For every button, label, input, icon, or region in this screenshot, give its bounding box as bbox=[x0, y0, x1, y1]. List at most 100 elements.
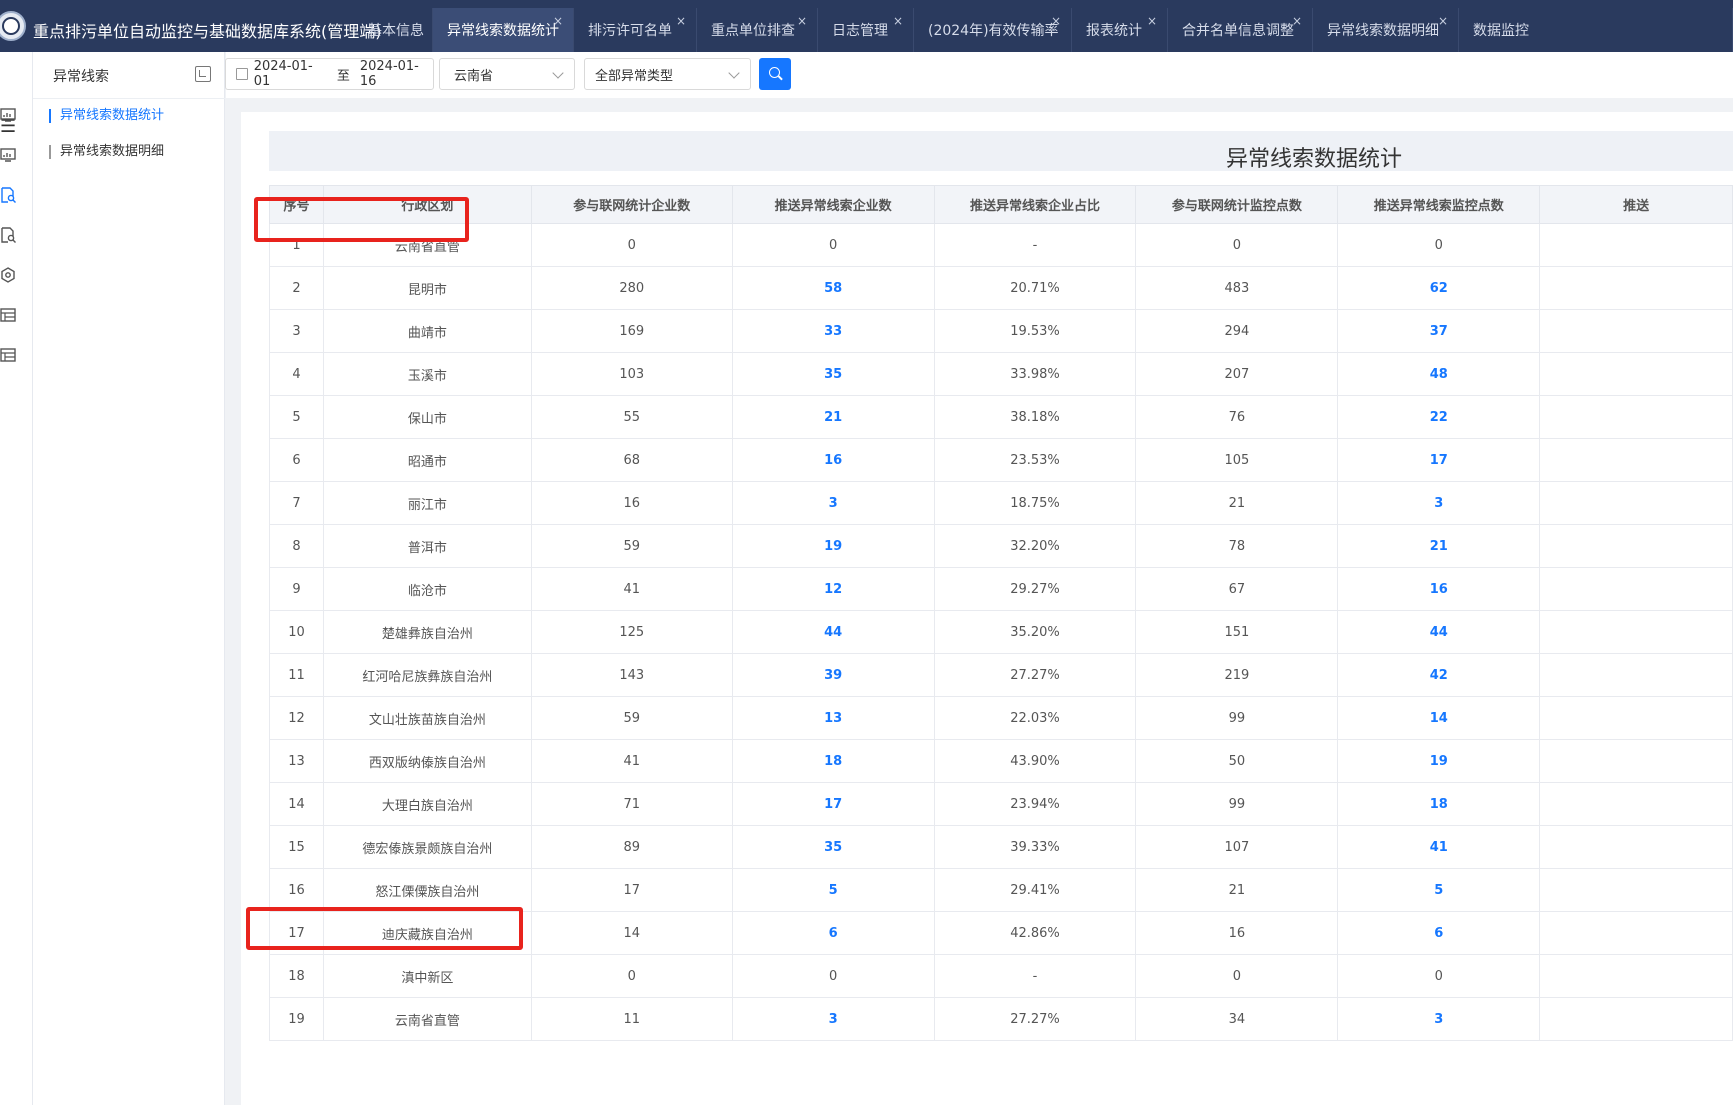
count-link[interactable]: 13 bbox=[731, 696, 935, 740]
close-icon[interactable]: × bbox=[797, 14, 807, 28]
count-link[interactable]: 17 bbox=[731, 782, 935, 826]
table-doc-icon[interactable] bbox=[0, 307, 16, 323]
count-link[interactable]: 5 bbox=[731, 868, 935, 912]
table-cell bbox=[1539, 352, 1733, 396]
search-button[interactable] bbox=[759, 58, 791, 90]
table-cell: 云南省直管 bbox=[322, 223, 532, 267]
count-link[interactable]: 6 bbox=[1337, 911, 1541, 955]
table-cell: 76 bbox=[1135, 395, 1339, 439]
table-row: 11 红河哈尼族彝族自治州 143 39 27.27% 219 42 bbox=[269, 653, 1733, 697]
sidebar-item-anomaly-stats[interactable]: 异常线索数据统计 bbox=[49, 109, 164, 123]
settings-shield-icon[interactable] bbox=[0, 267, 16, 283]
count-link[interactable]: 35 bbox=[731, 352, 935, 396]
collapse-sidebar-icon[interactable] bbox=[195, 66, 211, 82]
count-link[interactable]: 44 bbox=[731, 610, 935, 654]
count-link[interactable]: 14 bbox=[1337, 696, 1541, 740]
table-cell: 17 bbox=[530, 868, 733, 912]
tab-label: 报表统计 bbox=[1086, 23, 1142, 39]
table-cell: 20.71% bbox=[933, 266, 1137, 310]
monitor-chart-icon[interactable] bbox=[0, 147, 16, 163]
count-link[interactable]: 58 bbox=[731, 266, 935, 310]
table-cell: 0 bbox=[1337, 223, 1541, 267]
count-link[interactable]: 37 bbox=[1337, 309, 1541, 353]
count-link[interactable]: 48 bbox=[1337, 352, 1541, 396]
sidebar-item-anomaly-detail[interactable]: 异常线索数据明细 bbox=[49, 145, 164, 159]
tab-label: 重点单位排查 bbox=[711, 23, 795, 39]
tab-9[interactable]: 异常线索数据明细 × bbox=[1313, 8, 1459, 52]
table-cell: 43.90% bbox=[933, 739, 1137, 783]
count-link[interactable]: 33 bbox=[731, 309, 935, 353]
table-cell: - bbox=[933, 223, 1137, 267]
table-cell: 丽江市 bbox=[322, 481, 532, 525]
tab-label: 合并名单信息调整 bbox=[1182, 23, 1294, 39]
date-start-value: 2024-01-01 bbox=[253, 59, 313, 89]
count-link[interactable]: 41 bbox=[1337, 825, 1541, 869]
count-link[interactable]: 44 bbox=[1337, 610, 1541, 654]
close-icon[interactable]: × bbox=[1438, 14, 1448, 28]
close-icon[interactable]: × bbox=[1051, 14, 1061, 28]
table-cell: 219 bbox=[1135, 653, 1339, 697]
count-link[interactable]: 22 bbox=[1337, 395, 1541, 439]
tab-2[interactable]: 异常线索数据统计 × bbox=[433, 8, 574, 52]
count-link[interactable]: 3 bbox=[731, 997, 935, 1041]
region-select[interactable]: 云南省 bbox=[439, 58, 575, 90]
close-icon[interactable]: × bbox=[1292, 14, 1302, 28]
monitor-chart-icon[interactable] bbox=[0, 107, 16, 123]
tab-7[interactable]: 报表统计 × bbox=[1072, 8, 1168, 52]
table-cell: 滇中新区 bbox=[322, 954, 532, 998]
count-link[interactable]: 3 bbox=[1337, 481, 1541, 525]
chevron-down-icon bbox=[728, 67, 740, 79]
date-range-picker[interactable]: 2024-01-01 至 2024-01-16 bbox=[225, 58, 434, 90]
count-link[interactable]: 21 bbox=[731, 395, 935, 439]
table-cell: 18 bbox=[269, 954, 324, 998]
chevron-down-icon bbox=[552, 67, 564, 79]
sub-sidebar: 异常线索 异常线索数据统计 异常线索数据明细 bbox=[33, 52, 225, 1105]
tab-1[interactable]: 基本信息 bbox=[354, 8, 433, 52]
count-link[interactable]: 19 bbox=[1337, 739, 1541, 783]
count-link[interactable]: 3 bbox=[1337, 997, 1541, 1041]
count-link[interactable]: 12 bbox=[731, 567, 935, 611]
report-panel: 异常线索数据统计 序号 行政区划 参与联网统计企业数 推送异常线索企业数 推送异常线索企… bbox=[241, 112, 1733, 1105]
tab-4[interactable]: 重点单位排查 × bbox=[697, 8, 818, 52]
count-link[interactable]: 18 bbox=[1337, 782, 1541, 826]
table-cell: 294 bbox=[1135, 309, 1339, 353]
document-search-icon[interactable] bbox=[0, 187, 16, 203]
count-link[interactable]: 42 bbox=[1337, 653, 1541, 697]
count-link[interactable]: 18 bbox=[731, 739, 935, 783]
count-link[interactable]: 3 bbox=[731, 481, 935, 525]
count-link[interactable]: 21 bbox=[1337, 524, 1541, 568]
table-cell bbox=[1539, 954, 1733, 998]
count-link[interactable]: 62 bbox=[1337, 266, 1541, 310]
table-row: 4 玉溪市 103 35 33.98% 207 48 bbox=[269, 352, 1733, 396]
tab-6[interactable]: (2024年)有效传输率 × bbox=[914, 8, 1072, 52]
close-icon[interactable]: × bbox=[553, 14, 563, 28]
count-link[interactable]: 35 bbox=[731, 825, 935, 869]
count-link[interactable]: 6 bbox=[731, 911, 935, 955]
anomaly-type-select[interactable]: 全部异常类型 bbox=[584, 58, 751, 90]
count-link[interactable]: 19 bbox=[731, 524, 935, 568]
close-icon[interactable]: × bbox=[1147, 14, 1157, 28]
tab-3[interactable]: 排污许可名单 × bbox=[574, 8, 697, 52]
tab-label: 基本信息 bbox=[368, 23, 424, 39]
tab-8[interactable]: 合并名单信息调整 × bbox=[1168, 8, 1313, 52]
tab-10[interactable]: 数据监控 bbox=[1459, 8, 1733, 52]
tab-label: 异常线索数据统计 bbox=[447, 23, 559, 39]
report-title: 异常线索数据统计 bbox=[1225, 147, 1403, 172]
tab-5[interactable]: 日志管理 × bbox=[818, 8, 914, 52]
document-search-icon[interactable] bbox=[0, 227, 16, 243]
count-link[interactable]: 39 bbox=[731, 653, 935, 697]
table-cell: 34 bbox=[1135, 997, 1339, 1041]
count-link[interactable]: 17 bbox=[1337, 438, 1541, 482]
table-doc-icon[interactable] bbox=[0, 347, 16, 363]
count-link[interactable]: 16 bbox=[731, 438, 935, 482]
table-cell: 14 bbox=[530, 911, 733, 955]
close-icon[interactable]: × bbox=[676, 14, 686, 28]
table-cell bbox=[1539, 653, 1733, 697]
close-icon[interactable]: × bbox=[893, 14, 903, 28]
count-link[interactable]: 5 bbox=[1337, 868, 1541, 912]
table-cell: 5 bbox=[269, 395, 324, 439]
table-cell: 11 bbox=[530, 997, 733, 1041]
table-cell: 19 bbox=[269, 997, 324, 1041]
table-cell: 23.53% bbox=[933, 438, 1137, 482]
count-link[interactable]: 16 bbox=[1337, 567, 1541, 611]
